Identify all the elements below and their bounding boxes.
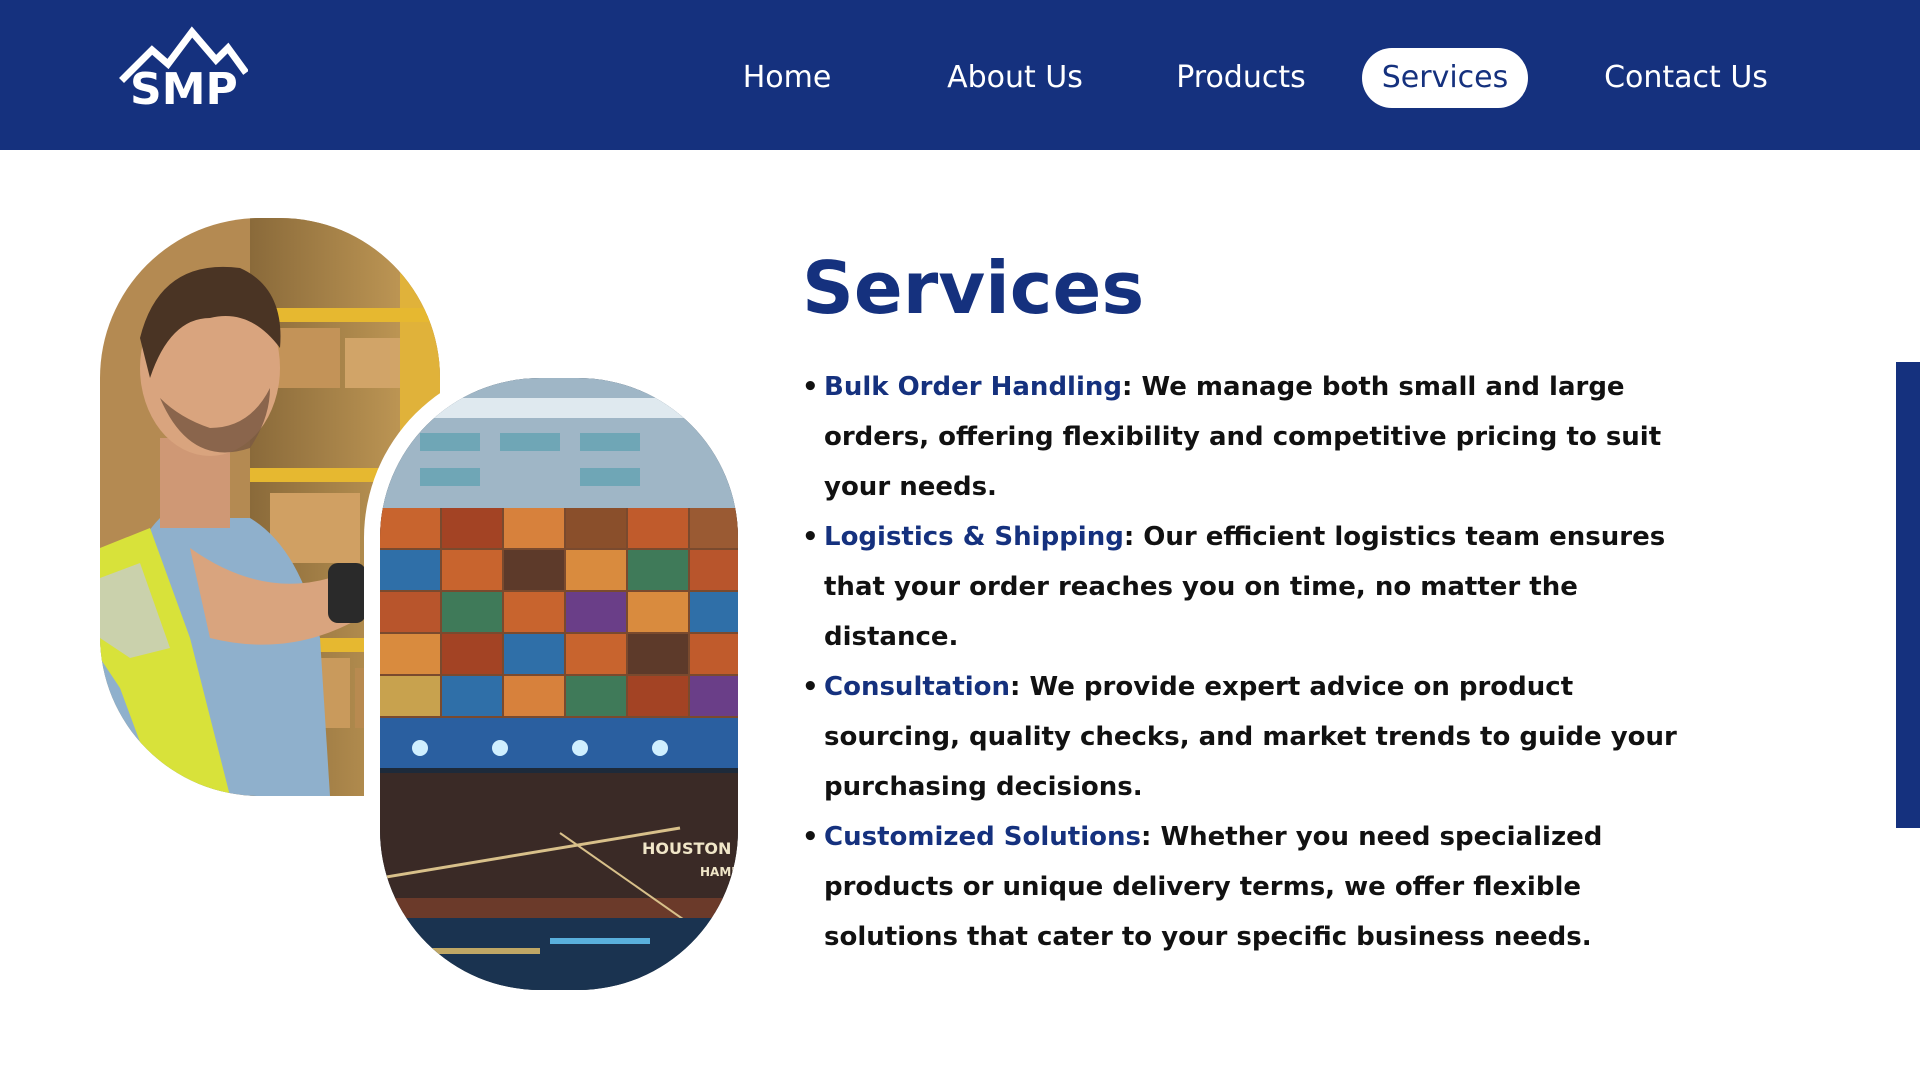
nav-about-us[interactable]: About Us (940, 48, 1090, 108)
smp-logo[interactable]: SMP (118, 26, 248, 122)
services-list: • Bulk Order Handling: We manage both sm… (802, 362, 1712, 962)
nav-contact-us[interactable]: Contact Us (1596, 48, 1776, 108)
service-item-logistics: • Logistics & Shipping: Our efficient lo… (802, 512, 1712, 662)
bullet-icon: • (802, 522, 819, 552)
container-ship-image: HOUSTON HAMB (380, 378, 738, 990)
top-navbar: SMP Home About Us Products Services Cont… (0, 0, 1920, 150)
decorative-side-bar (1896, 362, 1920, 828)
bullet-icon: • (802, 672, 819, 702)
nav-services[interactable]: Services (1362, 48, 1528, 108)
service-item-customized: • Customized Solutions: Whether you need… (802, 812, 1712, 962)
service-term: Bulk Order Handling (824, 372, 1122, 402)
service-item-bulk-order: • Bulk Order Handling: We manage both sm… (802, 362, 1712, 512)
service-term: Customized Solutions (824, 822, 1141, 852)
service-item-consultation: • Consultation: We provide expert advice… (802, 662, 1712, 812)
nav-home[interactable]: Home (712, 48, 862, 108)
logo-text: SMP (130, 64, 238, 115)
service-term: Consultation (824, 672, 1011, 702)
bullet-icon: • (802, 822, 819, 852)
nav-products[interactable]: Products (1166, 48, 1316, 108)
page-title: Services (802, 246, 1145, 330)
bullet-icon: • (802, 372, 819, 402)
service-term: Logistics & Shipping (824, 522, 1124, 552)
ship-name-label: HOUSTON (642, 839, 731, 858)
